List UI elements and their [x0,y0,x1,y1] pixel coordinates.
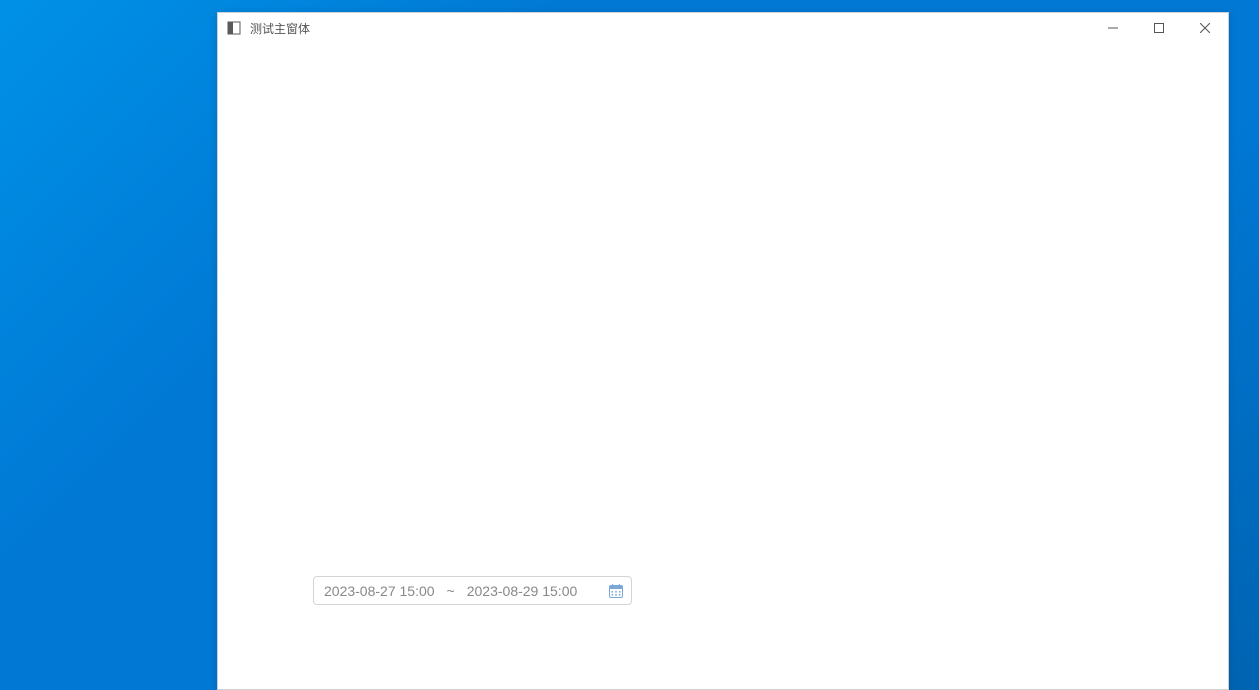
window-body: 2023-08-27 15:00 ~ 2023-08-29 15:00 [218,43,1228,689]
date-range-end: 2023-08-29 15:00 [467,583,578,599]
date-range-picker[interactable]: 2023-08-27 15:00 ~ 2023-08-29 15:00 [313,576,632,605]
maximize-button[interactable] [1136,13,1182,43]
minimize-button[interactable] [1090,13,1136,43]
titlebar[interactable]: 测试主窗体 [218,13,1228,43]
date-range-start: 2023-08-27 15:00 [324,583,435,599]
calendar-icon [607,582,625,600]
app-window: 测试主窗体 2023-08-27 15:00 ~ [217,12,1229,690]
window-title: 测试主窗体 [250,20,1090,37]
date-range-separator: ~ [447,583,455,599]
window-controls [1090,13,1228,43]
app-icon [226,20,242,36]
close-button[interactable] [1182,13,1228,43]
